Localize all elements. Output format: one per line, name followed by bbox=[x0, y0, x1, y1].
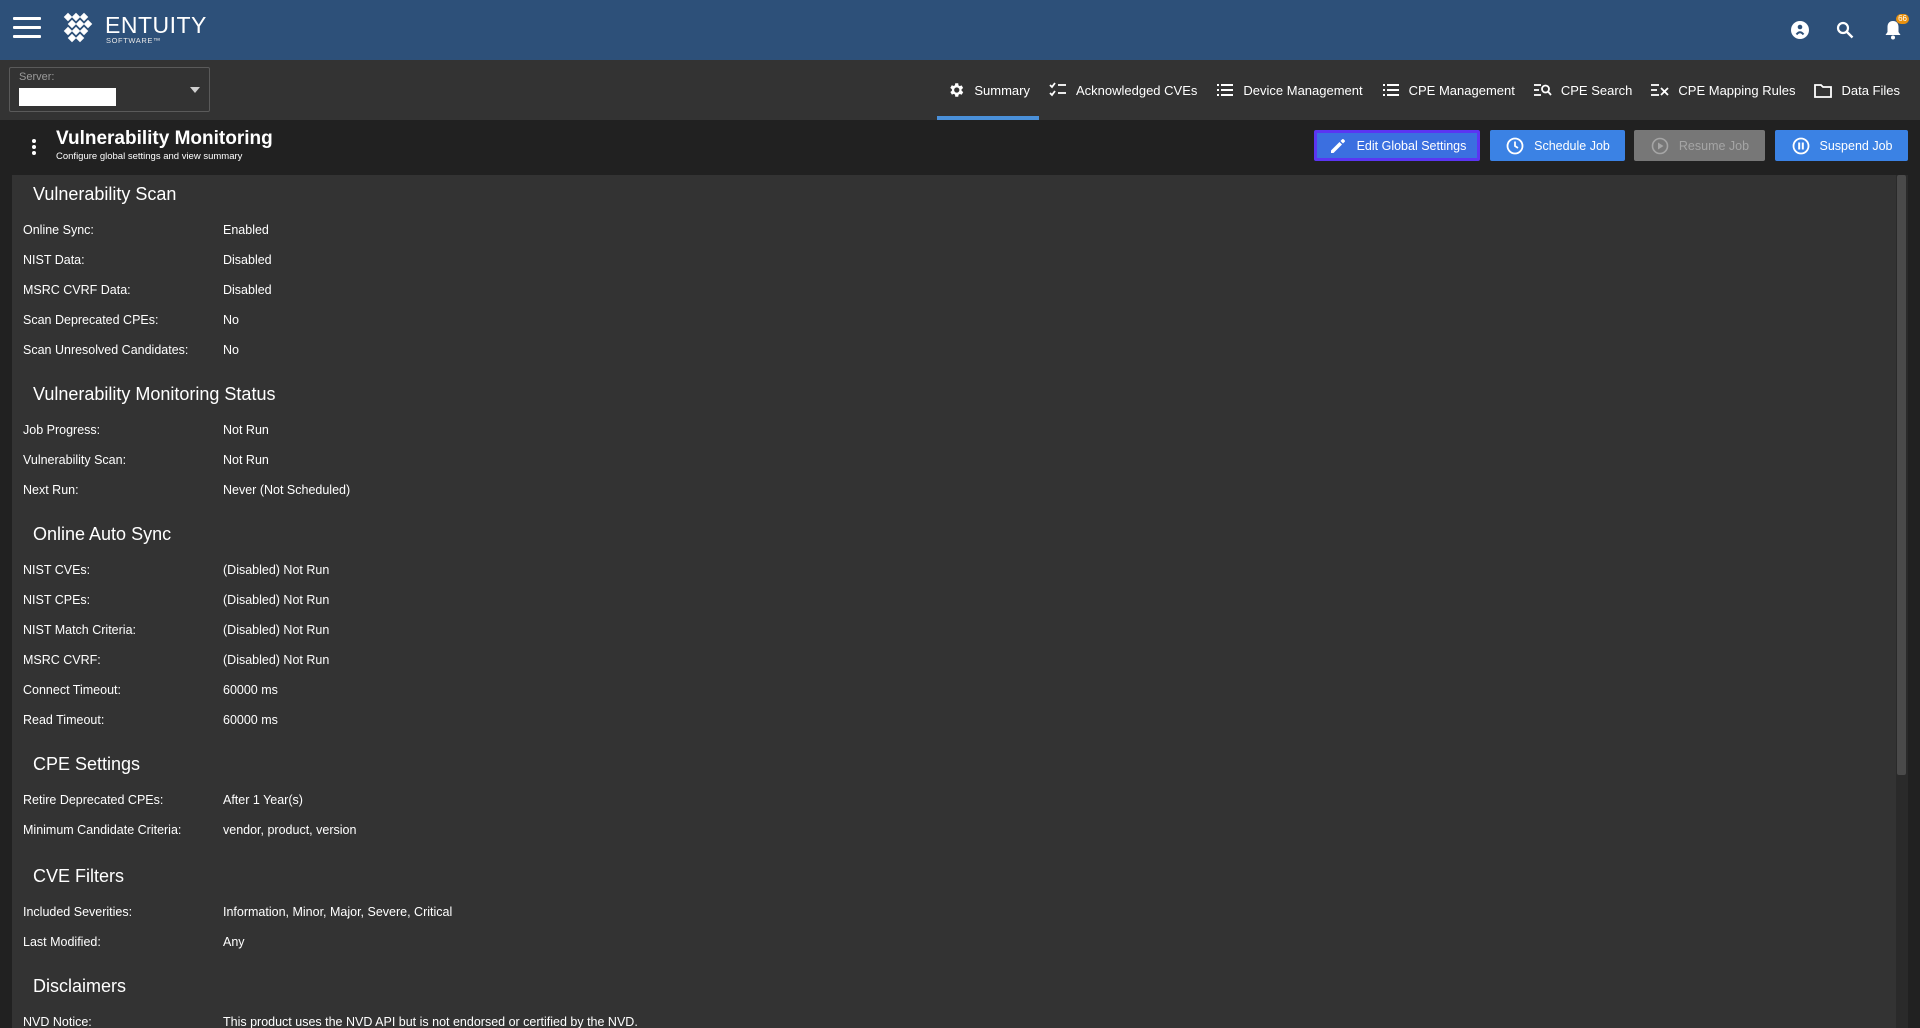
field-value: Any bbox=[223, 935, 245, 949]
page-subtitle: Configure global settings and view summa… bbox=[56, 151, 243, 162]
schedule-job-label: Schedule Job bbox=[1534, 138, 1610, 153]
server-value bbox=[19, 88, 116, 106]
field-label: Scan Deprecated CPEs: bbox=[23, 313, 159, 327]
scrollbar-thumb[interactable] bbox=[1897, 175, 1906, 775]
play-circle-icon bbox=[1650, 136, 1670, 156]
field-label: NIST CVEs: bbox=[23, 563, 91, 577]
field-value: (Disabled) Not Run bbox=[223, 653, 330, 667]
list-icon bbox=[1381, 80, 1401, 100]
field-label: Scan Unresolved Candidates: bbox=[23, 343, 189, 357]
summary-panel: Vulnerability Scan Online Sync: Enabled … bbox=[12, 175, 1896, 1028]
entuity-logo[interactable]: ENTUITY SOFTWARE™ bbox=[61, 12, 207, 46]
field-value: Disabled bbox=[223, 253, 272, 267]
logo-name: ENTUITY bbox=[105, 11, 207, 38]
section-title-disclaimers: Disclaimers bbox=[33, 976, 127, 996]
resume-job-button[interactable]: Resume Job bbox=[1634, 130, 1765, 161]
search-icon[interactable] bbox=[1832, 17, 1858, 43]
section-title-monitoring-status: Vulnerability Monitoring Status bbox=[33, 384, 276, 404]
page-title: Vulnerability Monitoring bbox=[56, 128, 273, 149]
field-value: Enabled bbox=[223, 223, 269, 237]
tab-device-management[interactable]: Device Management bbox=[1206, 60, 1371, 120]
field-label: Job Progress: bbox=[23, 423, 101, 437]
field-value: Not Run bbox=[223, 453, 269, 467]
tab-cpe-mapping-rules[interactable]: CPE Mapping Rules bbox=[1641, 60, 1804, 120]
section-title-cpe-settings: CPE Settings bbox=[33, 754, 141, 774]
field-label: Vulnerability Scan: bbox=[23, 453, 127, 467]
field-label: NIST CPEs: bbox=[23, 593, 91, 607]
field-label: Read Timeout: bbox=[23, 713, 105, 727]
field-value: This product uses the NVD API but is not… bbox=[223, 1015, 638, 1028]
field-label: Retire Deprecated CPEs: bbox=[23, 793, 164, 807]
tab-label: Summary bbox=[974, 82, 1030, 98]
tab-label: CPE Management bbox=[1408, 82, 1515, 98]
notifications-bell-icon[interactable]: 66 bbox=[1880, 14, 1909, 43]
field-value: After 1 Year(s) bbox=[223, 793, 303, 807]
pause-circle-icon bbox=[1791, 136, 1811, 156]
field-value: (Disabled) Not Run bbox=[223, 593, 330, 607]
field-value: No bbox=[223, 313, 239, 327]
field-label: MSRC CVRF: bbox=[23, 653, 101, 667]
field-label: NIST Match Criteria: bbox=[23, 623, 136, 637]
top-header: ENTUITY SOFTWARE™ 66 bbox=[0, 0, 1920, 60]
tab-summary[interactable]: Summary bbox=[937, 60, 1039, 120]
more-options-icon[interactable] bbox=[29, 137, 39, 157]
field-label: Next Run: bbox=[23, 483, 79, 497]
field-value: No bbox=[223, 343, 239, 357]
field-label: MSRC CVRF Data: bbox=[23, 283, 131, 297]
section-title-vulnerability-scan: Vulnerability Scan bbox=[33, 184, 177, 204]
server-label: Server: bbox=[19, 71, 55, 83]
notification-count-badge: 66 bbox=[1896, 14, 1909, 24]
field-value: Disabled bbox=[223, 283, 272, 297]
schedule-job-button[interactable]: Schedule Job bbox=[1490, 130, 1625, 161]
tab-data-files[interactable]: Data Files bbox=[1804, 60, 1909, 120]
tab-cpe-management[interactable]: CPE Management bbox=[1372, 60, 1524, 120]
tab-acknowledged-cves[interactable]: Acknowledged CVEs bbox=[1039, 60, 1206, 120]
field-value: Never (Not Scheduled) bbox=[223, 483, 351, 497]
entuity-logo-mark-icon bbox=[63, 12, 93, 43]
field-label: Last Modified: bbox=[23, 935, 101, 949]
field-label: NIST Data: bbox=[23, 253, 85, 267]
page-header bbox=[0, 120, 1920, 175]
server-select[interactable]: Server: bbox=[9, 67, 210, 112]
field-label: NVD Notice: bbox=[23, 1015, 92, 1028]
tab-label: Acknowledged CVEs bbox=[1075, 82, 1198, 98]
field-value: Information, Minor, Major, Severe, Criti… bbox=[223, 905, 453, 919]
resume-job-label: Resume Job bbox=[1678, 138, 1750, 153]
folder-icon bbox=[1813, 80, 1833, 100]
tab-label: CPE Search bbox=[1560, 82, 1633, 98]
field-value: (Disabled) Not Run bbox=[223, 623, 330, 637]
field-label: Online Sync: bbox=[23, 223, 94, 237]
tab-label: Device Management bbox=[1243, 82, 1363, 98]
field-label: Minimum Candidate Criteria: bbox=[23, 823, 182, 837]
tab-label: Data Files bbox=[1841, 82, 1900, 98]
field-label: Connect Timeout: bbox=[23, 683, 121, 697]
user-icon[interactable] bbox=[1787, 17, 1813, 43]
gear-icon bbox=[946, 80, 966, 100]
chevron-down-icon bbox=[190, 87, 200, 93]
tab-bar: Summary Acknowledged CVEs Device Managem… bbox=[937, 60, 1909, 120]
mapping-rules-icon bbox=[1650, 80, 1670, 100]
search-list-icon bbox=[1533, 80, 1553, 100]
tab-cpe-search[interactable]: CPE Search bbox=[1524, 60, 1642, 120]
field-value: vendor, product, version bbox=[223, 823, 357, 837]
edit-global-settings-button[interactable]: Edit Global Settings bbox=[1314, 130, 1480, 161]
field-value: Not Run bbox=[223, 423, 269, 437]
list-icon bbox=[1215, 80, 1235, 100]
field-value: 60000 ms bbox=[223, 683, 278, 697]
field-value: 60000 ms bbox=[223, 713, 278, 727]
clock-icon bbox=[1505, 136, 1525, 156]
suspend-job-button[interactable]: Suspend Job bbox=[1775, 130, 1908, 161]
field-value: (Disabled) Not Run bbox=[223, 563, 330, 577]
pencil-icon bbox=[1328, 136, 1348, 156]
field-label: Included Severities: bbox=[23, 905, 133, 919]
section-title-cve-filters: CVE Filters bbox=[33, 866, 125, 886]
checklist-icon bbox=[1048, 80, 1068, 100]
tab-label: CPE Mapping Rules bbox=[1678, 82, 1796, 98]
edit-global-settings-label: Edit Global Settings bbox=[1356, 138, 1467, 153]
hamburger-menu-icon[interactable] bbox=[13, 17, 41, 39]
section-title-online-auto-sync: Online Auto Sync bbox=[33, 524, 172, 544]
suspend-job-label: Suspend Job bbox=[1819, 138, 1893, 153]
